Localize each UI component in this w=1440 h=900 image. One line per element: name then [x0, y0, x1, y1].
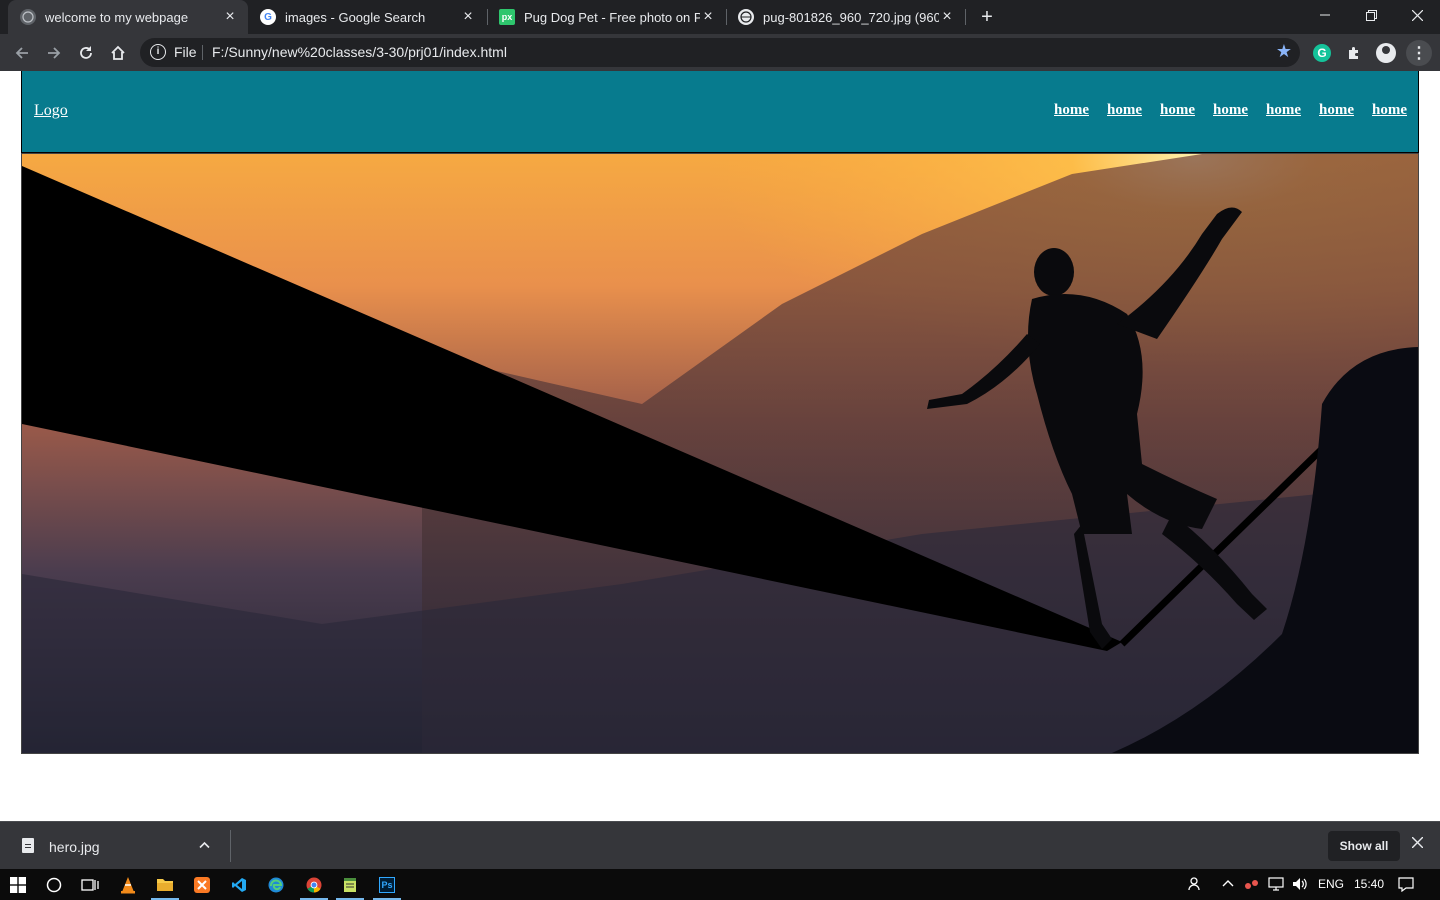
- tab-separator: [965, 9, 966, 25]
- download-file-name[interactable]: hero.jpg: [49, 839, 100, 855]
- site-logo-link[interactable]: Logo: [34, 102, 68, 120]
- tab-title: Pug Dog Pet - Free photo on Pixabay: [524, 9, 700, 25]
- volume-icon[interactable]: [1292, 877, 1308, 894]
- minimize-button[interactable]: [1302, 0, 1348, 30]
- browser-tab-strip: welcome to my webpage × G images - Googl…: [0, 0, 1440, 34]
- nav-link-home[interactable]: home: [1160, 102, 1195, 119]
- globe-icon: [20, 9, 36, 25]
- address-bar[interactable]: i File F:/Sunny/new%20classes/3-30/prj01…: [140, 38, 1300, 67]
- site-info-icon[interactable]: i: [150, 44, 166, 60]
- tab-title: welcome to my webpage: [45, 9, 189, 25]
- search-icon[interactable]: [36, 869, 72, 900]
- network-icon[interactable]: [1268, 877, 1284, 894]
- browser-toolbar: i File F:/Sunny/new%20classes/3-30/prj01…: [0, 34, 1440, 71]
- chevron-up-icon[interactable]: [1222, 877, 1234, 891]
- edge-icon[interactable]: [258, 869, 294, 900]
- file-explorer-icon[interactable]: [147, 869, 183, 900]
- omnibox-divider: [202, 45, 203, 60]
- tab-pixabay[interactable]: px Pug Dog Pet - Free photo on Pixabay ×: [487, 0, 726, 34]
- show-all-downloads-button[interactable]: Show all: [1328, 831, 1400, 861]
- site-header: Logo home home home home home home home: [21, 71, 1419, 153]
- clock[interactable]: 15:40: [1354, 877, 1384, 891]
- nav-link-home[interactable]: home: [1319, 102, 1354, 119]
- task-view-icon[interactable]: [72, 869, 108, 900]
- start-icon[interactable]: [0, 869, 36, 900]
- nav-link-home[interactable]: home: [1107, 102, 1142, 119]
- pixabay-icon: px: [499, 9, 515, 25]
- tab-pug-image[interactable]: pug-801826_960_720.jpg (960×640) ×: [726, 0, 965, 34]
- grammarly-extension-icon[interactable]: G: [1313, 44, 1331, 62]
- photoshop-icon[interactable]: Ps: [369, 869, 405, 900]
- vscode-icon[interactable]: [221, 869, 257, 900]
- vlc-icon[interactable]: [110, 869, 146, 900]
- chrome-icon[interactable]: [296, 869, 332, 900]
- photoshop-label: Ps: [379, 876, 395, 893]
- page-viewport: Logo home home home home home home home: [0, 71, 1440, 821]
- scheme-label: File: [174, 44, 197, 60]
- language-indicator[interactable]: ENG: [1318, 877, 1344, 891]
- close-tab-icon[interactable]: ×: [460, 9, 476, 25]
- hero-image: [21, 153, 1419, 754]
- tab-title: pug-801826_960_720.jpg (960×640): [763, 9, 939, 25]
- close-downloads-icon[interactable]: [1411, 835, 1424, 853]
- notepad-icon[interactable]: [332, 869, 368, 900]
- chrome-menu-icon[interactable]: ⋮: [1406, 40, 1432, 66]
- close-tab-icon[interactable]: ×: [700, 9, 716, 25]
- hero-illustration: [22, 154, 1418, 753]
- url-text[interactable]: F:/Sunny/new%20classes/3-30/prj01/index.…: [212, 44, 507, 60]
- xampp-icon[interactable]: [184, 869, 220, 900]
- file-icon: [22, 838, 34, 853]
- notifications-icon[interactable]: [1398, 877, 1414, 895]
- nav-link-home[interactable]: home: [1213, 102, 1248, 119]
- close-tab-icon[interactable]: ×: [222, 9, 238, 25]
- bookmark-star-icon[interactable]: ★: [1276, 41, 1292, 62]
- forward-button[interactable]: [40, 39, 68, 67]
- extensions-puzzle-icon[interactable]: [1340, 39, 1368, 67]
- globe-icon: [738, 9, 754, 25]
- tab-title: images - Google Search: [285, 9, 426, 25]
- tab-google-search[interactable]: G images - Google Search ×: [248, 0, 486, 34]
- downloads-divider: [230, 830, 231, 862]
- tab-welcome[interactable]: welcome to my webpage ×: [8, 0, 248, 34]
- nav-link-home[interactable]: home: [1054, 102, 1089, 119]
- back-button[interactable]: [8, 39, 36, 67]
- restore-button[interactable]: [1348, 0, 1394, 30]
- nav-link-home[interactable]: home: [1372, 102, 1407, 119]
- downloads-shelf: hero.jpg Show all: [0, 821, 1440, 869]
- reload-button[interactable]: [72, 39, 100, 67]
- chevron-up-icon[interactable]: [199, 836, 210, 852]
- google-icon: G: [260, 9, 276, 25]
- nav-link-home[interactable]: home: [1266, 102, 1301, 119]
- windows-taskbar: Ps ENG 15:40: [0, 869, 1440, 900]
- people-icon[interactable]: [1188, 877, 1204, 894]
- home-button[interactable]: [104, 39, 132, 67]
- site-nav: home home home home home home home: [1054, 102, 1407, 119]
- profile-avatar-icon[interactable]: [1376, 43, 1396, 63]
- app-tray-icon[interactable]: [1244, 877, 1260, 894]
- new-tab-button[interactable]: +: [976, 6, 998, 28]
- close-window-button[interactable]: [1394, 0, 1440, 30]
- close-tab-icon[interactable]: ×: [939, 9, 955, 25]
